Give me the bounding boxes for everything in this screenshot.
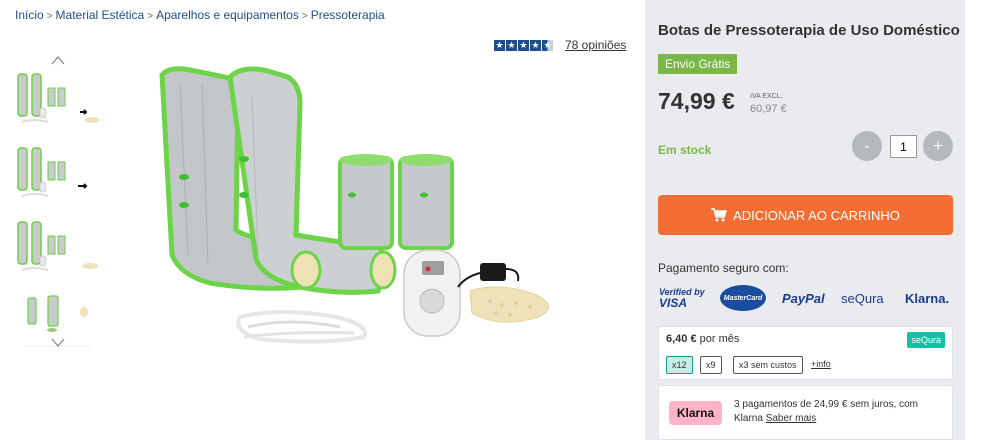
payment-title: Pagamento seguro com: xyxy=(658,261,789,275)
mastercard-logo: MasterCard xyxy=(720,285,766,311)
sequra-option-x12[interactable]: x12 xyxy=(666,356,693,374)
star-half-icon: ★ xyxy=(542,39,553,51)
product-rating: ★ ★ ★ ★ ★ 78 opiniões xyxy=(494,38,626,52)
reviews-link[interactable]: 78 opiniões xyxy=(565,38,626,52)
breadcrumb-separator: > xyxy=(301,11,308,22)
breadcrumb: Início > Material Estética > Aparelhos e equ… xyxy=(15,8,385,22)
product-title: Botas de Pressoterapia de Uso Doméstico xyxy=(658,22,960,39)
product-price: 74,99 € xyxy=(658,88,735,114)
main-product-image[interactable] xyxy=(140,55,580,355)
quantity-decrease-button[interactable]: - xyxy=(852,131,882,161)
thumbnail-3[interactable] xyxy=(14,216,100,278)
chevron-down-icon[interactable] xyxy=(49,336,67,350)
sequra-badge: seQura xyxy=(907,332,945,348)
breadcrumb-separator: > xyxy=(147,11,154,22)
free-shipping-badge: Envio Grátis xyxy=(658,54,738,74)
visa-line2: VISA xyxy=(659,295,688,310)
add-to-cart-button[interactable]: ADICIONAR AO CARRINHO xyxy=(658,195,953,235)
cart-icon xyxy=(711,208,728,222)
breadcrumb-separator: > xyxy=(46,11,53,22)
add-to-cart-label: ADICIONAR AO CARRINHO xyxy=(733,207,900,223)
sequra-monthly-amount: 6,40 € por mês xyxy=(666,333,739,345)
klarna-financing-box: Klarna 3 pagamentos de 24,99 € sem juros… xyxy=(658,385,953,440)
klarna-text: 3 pagamentos de 24,99 € sem juros, com K… xyxy=(734,399,918,424)
thumbnail-1[interactable] xyxy=(14,68,100,130)
price-ex-vat: 60,97 € xyxy=(750,103,787,115)
verified-by-visa-logo: Verified by VISA xyxy=(659,285,705,311)
thumbnail-2[interactable] xyxy=(14,142,100,204)
star-icon: ★ xyxy=(518,39,529,51)
star-icon: ★ xyxy=(494,39,505,51)
sequra-logo: seQura xyxy=(841,290,884,306)
breadcrumb-link-pressoterapia[interactable]: Pressoterapia xyxy=(311,8,385,22)
quantity-increase-button[interactable]: + xyxy=(923,131,953,161)
purchase-panel: Botas de Pressoterapia de Uso Doméstico … xyxy=(645,0,965,440)
breadcrumb-link-inicio[interactable]: Início xyxy=(15,8,44,22)
paypal-logo: PayPal xyxy=(782,290,825,306)
sequra-more-info-link[interactable]: +info xyxy=(811,359,831,369)
sequra-amount-value: 6,40 € xyxy=(666,333,697,345)
vat-label: IVA EXCL. xyxy=(750,93,783,100)
sequra-per-month: por mês xyxy=(696,333,740,345)
star-icon: ★ xyxy=(530,39,541,51)
klarna-learn-more-link[interactable]: Saber mais xyxy=(766,413,817,424)
chevron-up-icon[interactable] xyxy=(49,53,67,67)
klarna-logo: Klarna. xyxy=(905,290,950,306)
quantity-input[interactable] xyxy=(890,135,917,158)
sequra-financing-box: 6,40 € por mês seQura x12 x9 x3 sem cust… xyxy=(658,326,953,380)
sequra-option-x9[interactable]: x9 xyxy=(700,356,722,374)
breadcrumb-link-aparelhos[interactable]: Aparelhos e equipamentos xyxy=(156,8,299,22)
star-icon: ★ xyxy=(506,39,517,51)
breadcrumb-link-material-estetica[interactable]: Material Estética xyxy=(56,8,145,22)
rating-stars: ★ ★ ★ ★ ★ xyxy=(494,39,553,51)
klarna-text-block: 3 pagamentos de 24,99 € sem juros, com K… xyxy=(734,398,944,426)
sequra-option-x3[interactable]: x3 sem custos xyxy=(733,356,803,374)
klarna-badge: Klarna xyxy=(669,401,722,425)
stock-status: Em stock xyxy=(658,143,712,157)
